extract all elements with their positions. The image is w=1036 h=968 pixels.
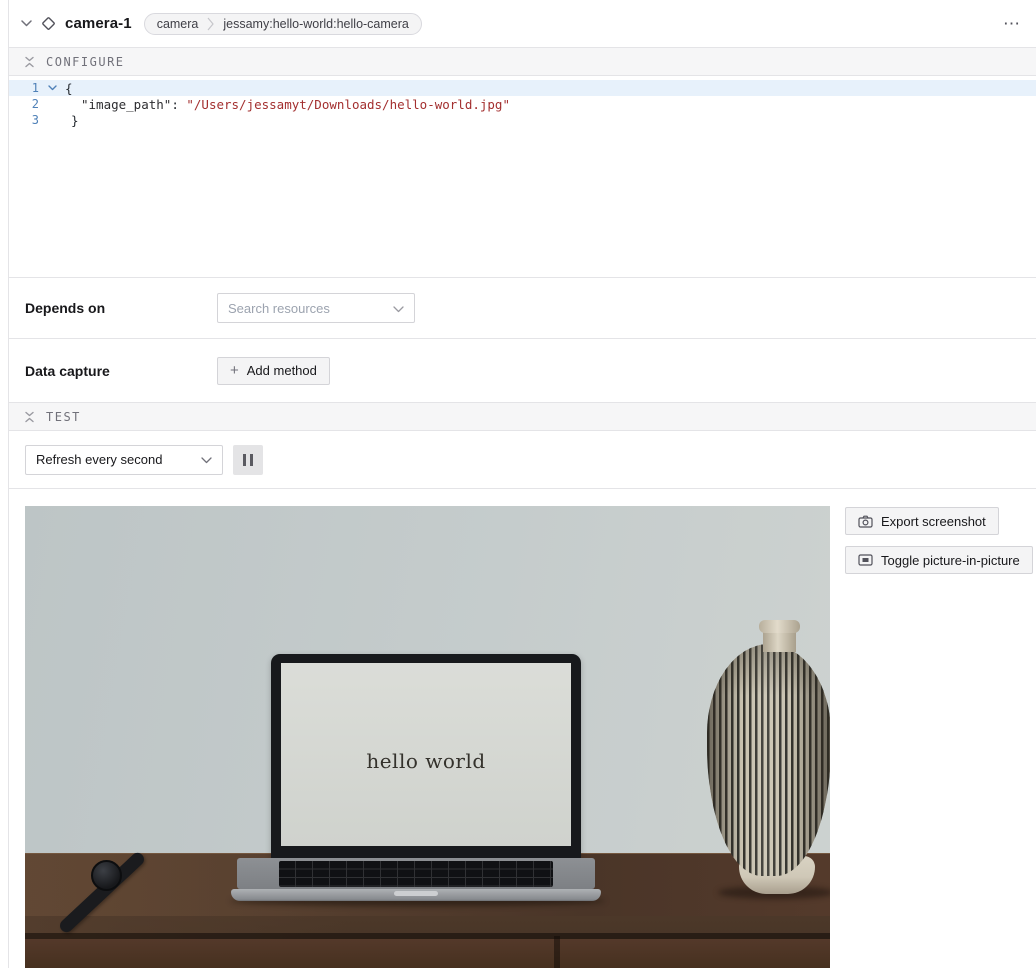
- test-controls: Refresh every second: [9, 431, 1036, 488]
- data-capture-row: Data capture + Add method: [9, 339, 1036, 402]
- collapse-section-icon[interactable]: [24, 411, 35, 423]
- plus-icon: +: [230, 362, 239, 379]
- data-capture-label: Data capture: [25, 363, 217, 379]
- laptop-screen-text: hello world: [366, 749, 485, 773]
- json-string-value: "/Users/jessamyt/Downloads/hello-world.j…: [186, 97, 510, 112]
- depends-on-placeholder: Search resources: [228, 301, 393, 316]
- drawer-front: [25, 939, 830, 968]
- camera-stream-image: hello world: [25, 506, 830, 968]
- configure-section-bar: CONFIGURE: [9, 47, 1036, 76]
- vase-lip: [759, 620, 800, 633]
- laptop-screen: hello world: [271, 654, 581, 859]
- add-method-button[interactable]: + Add method: [217, 357, 330, 385]
- more-options-icon[interactable]: ⋯: [1001, 13, 1022, 34]
- watch-face: [91, 860, 122, 891]
- code-text: {: [65, 81, 73, 96]
- code-text: }: [71, 113, 79, 128]
- refresh-rate-value: Refresh every second: [36, 452, 201, 467]
- resource-header: camera-1 camera jessamy:hello-world:hell…: [9, 0, 1036, 47]
- pause-icon: [243, 454, 246, 466]
- depends-on-row: Depends on Search resources: [9, 278, 1036, 338]
- code-text: "image_path": "/Users/jessamyt/Downloads…: [81, 97, 510, 112]
- line-number: 1: [9, 81, 39, 95]
- toggle-pip-button[interactable]: Toggle picture-in-picture: [845, 546, 1033, 574]
- chevron-down-icon: [393, 301, 404, 316]
- laptop-front-lip: [231, 889, 601, 901]
- refresh-rate-select[interactable]: Refresh every second: [25, 445, 223, 475]
- drawer-divider: [554, 936, 560, 968]
- chevron-down-icon: [201, 452, 212, 467]
- resource-config-panel: camera-1 camera jessamy:hello-world:hell…: [0, 0, 1036, 968]
- laptop-keyboard: [279, 861, 553, 887]
- laptop-base: [237, 858, 595, 902]
- resource-type-model-badge: camera jessamy:hello-world:hello-camera: [144, 13, 422, 35]
- json-config-editor[interactable]: 1 { 2 "image_path": "/Users/jessamyt/Dow…: [9, 76, 1036, 277]
- add-method-label: Add method: [247, 363, 317, 378]
- editor-line[interactable]: 2 "image_path": "/Users/jessamyt/Downloa…: [9, 96, 1036, 112]
- editor-line[interactable]: 1 {: [9, 80, 1036, 96]
- export-screenshot-label: Export screenshot: [881, 514, 986, 529]
- export-screenshot-button[interactable]: Export screenshot: [845, 507, 999, 535]
- editor-line[interactable]: 3 }: [9, 112, 1036, 128]
- json-colon: :: [171, 97, 186, 112]
- depends-on-label: Depends on: [25, 300, 217, 316]
- pause-refresh-button[interactable]: [233, 445, 263, 475]
- striped-vase: [707, 644, 830, 876]
- laptop-lid-notch: [394, 891, 438, 896]
- toggle-pip-label: Toggle picture-in-picture: [881, 553, 1020, 568]
- configure-section-title: CONFIGURE: [46, 55, 125, 69]
- panel-content: camera-1 camera jessamy:hello-world:hell…: [8, 0, 1036, 968]
- resource-name: camera-1: [65, 15, 132, 32]
- test-section-title: TEST: [46, 410, 81, 424]
- chevron-down-icon[interactable]: [21, 20, 32, 27]
- picture-in-picture-icon: [858, 554, 873, 566]
- depends-on-select[interactable]: Search resources: [217, 293, 415, 323]
- line-number: 2: [9, 97, 39, 111]
- stream-actions: Export screenshot Toggle picture-in-pict…: [845, 506, 1033, 574]
- line-number: 3: [9, 113, 39, 127]
- resource-type-label: camera: [157, 17, 199, 31]
- vase-neck: [763, 630, 796, 652]
- test-body: hello world: [9, 489, 1036, 968]
- camera-icon: [858, 515, 873, 528]
- badge-chevron-separator-icon: [207, 16, 214, 32]
- collapse-section-icon[interactable]: [24, 56, 35, 68]
- component-diamond-icon: [40, 15, 57, 32]
- test-section-bar: TEST: [9, 402, 1036, 431]
- code-fold-icon[interactable]: [39, 85, 65, 91]
- laptop-display: hello world: [281, 663, 571, 846]
- json-key: "image_path": [81, 97, 171, 112]
- pause-icon: [250, 454, 253, 466]
- resource-model-label: jessamy:hello-world:hello-camera: [223, 17, 409, 31]
